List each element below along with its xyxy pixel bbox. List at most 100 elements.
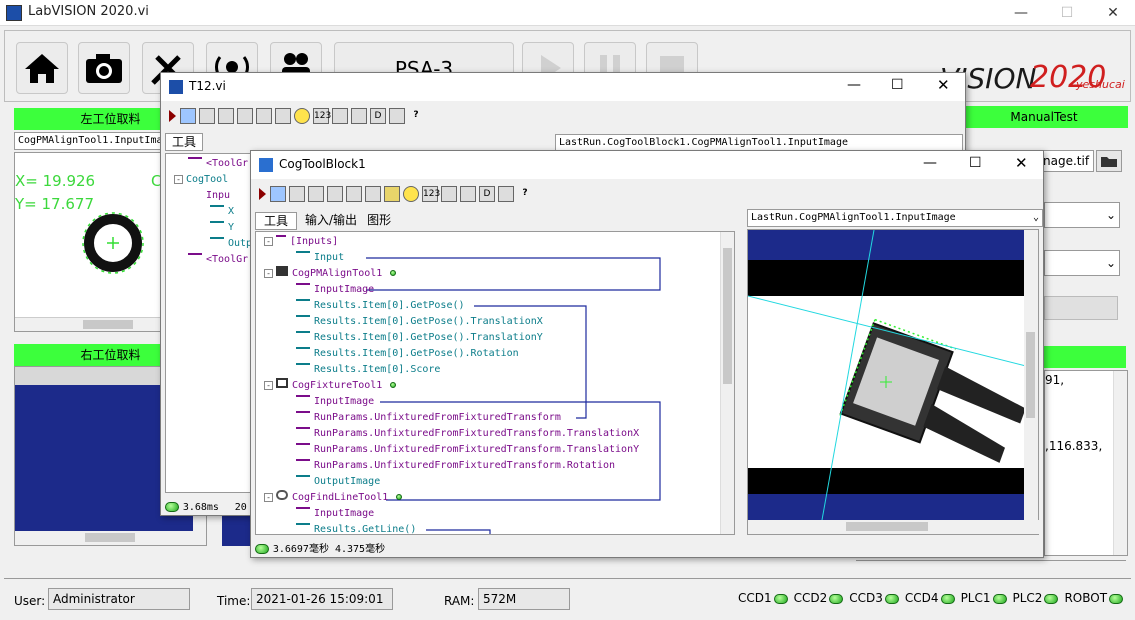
camera-button[interactable] <box>78 42 130 94</box>
list-icon[interactable] <box>332 108 348 124</box>
t12-tree-item[interactable]: - CogTool <box>174 172 228 188</box>
dbg-icon[interactable]: D <box>479 186 495 202</box>
tab-io[interactable]: 输入/输出 <box>303 212 359 230</box>
toolblock-image-combo[interactable]: LastRun.CogPMAlignTool1.InputImage ⌄ <box>747 209 1043 227</box>
help-icon[interactable]: ? <box>408 108 424 124</box>
toolblock-close[interactable]: ✕ <box>1015 154 1028 172</box>
browse-button[interactable] <box>1096 150 1122 172</box>
continuous-icon[interactable] <box>270 186 286 202</box>
home-button[interactable] <box>16 42 68 94</box>
save-icon[interactable] <box>237 108 253 124</box>
tree-item[interactable]: Results.Item[0].GetPose() <box>296 298 465 314</box>
image-vscroll[interactable] <box>1024 230 1038 522</box>
t12-tab-tools[interactable]: 工具 <box>165 133 203 151</box>
toolblock-window: CogToolBlock1 — ☐ ✕ 123 D ? 工具 输入/输出 图形 … <box>250 150 1044 558</box>
maximize-button[interactable]: ☐ <box>1044 0 1090 26</box>
tree-item[interactable]: RunParams.UnfixturedFromFixturedTransfor… <box>296 442 639 458</box>
toolblock-image-display <box>747 229 1040 535</box>
left-station-combo[interactable]: CogPMAlignTool1.InputIma <box>14 132 166 150</box>
record-icon[interactable] <box>275 108 291 124</box>
manual-run-button[interactable] <box>1044 296 1118 320</box>
tree-item[interactable]: Results.Item[0].GetPose().TranslationY <box>296 330 543 346</box>
indicator-ccd4: CCD4 <box>905 591 955 605</box>
t12-tree-item[interactable]: Y <box>210 220 234 236</box>
tree-item[interactable]: RunParams.UnfixturedFromFixturedTransfor… <box>296 426 639 442</box>
app-title: LabVISION 2020.vi <box>28 4 149 19</box>
tree-item[interactable]: OutputImage <box>296 474 380 490</box>
manual-title: ManualTest <box>960 106 1128 128</box>
tree-item[interactable]: - CogPMAlignTool1 <box>264 266 397 282</box>
tree-icon[interactable] <box>256 108 272 124</box>
link-icon[interactable] <box>346 186 362 202</box>
reset-icon[interactable] <box>199 108 215 124</box>
tab-graphics[interactable]: 图形 <box>365 212 393 230</box>
t12-titlebar: T12.vi — ☐ ✕ <box>161 73 965 101</box>
numeric-icon[interactable]: 123 <box>313 108 331 124</box>
database-icon[interactable] <box>384 186 400 202</box>
indicator-row: CCD1 CCD2 CCD3 CCD4 PLC1 PLC2 ROBOT <box>738 591 1124 605</box>
result-line-2: ,116.833, <box>1045 439 1103 453</box>
record-icon[interactable] <box>365 186 381 202</box>
tab-tools[interactable]: 工具 <box>255 212 298 230</box>
tree-item[interactable]: InputImage <box>296 394 374 410</box>
user-field: Administrator <box>48 588 190 610</box>
user-label: User: <box>14 594 46 608</box>
t12-minimize[interactable]: — <box>847 77 861 93</box>
help-icon[interactable]: ? <box>517 186 533 202</box>
t12-tree: <ToolGr - CogTool Inpu X Y Outp <ToolGr <box>165 153 261 493</box>
home-icon <box>25 54 59 83</box>
tree-item[interactable]: Input <box>296 250 344 266</box>
toolblock-maximize[interactable]: ☐ <box>969 155 982 171</box>
ram-label: RAM: <box>444 594 475 608</box>
right-station-hscroll[interactable] <box>15 531 206 545</box>
tree-item[interactable]: - CogFindLineTool1 <box>264 490 403 506</box>
numeric-icon[interactable]: 123 <box>422 186 440 202</box>
inspection-image <box>748 230 1026 520</box>
settings-icon[interactable] <box>351 108 367 124</box>
reset-icon[interactable] <box>289 186 305 202</box>
tree-item[interactable]: - [Inputs] <box>264 234 338 250</box>
list-icon[interactable] <box>441 186 457 202</box>
manual-file-field[interactable]: nage.tif <box>1040 150 1094 172</box>
save-icon[interactable] <box>327 186 343 202</box>
refresh-icon[interactable] <box>294 108 310 124</box>
tree-item[interactable]: InputImage <box>296 506 374 522</box>
tree-item[interactable]: RunParams.UnfixturedFromFixturedTransfor… <box>296 458 615 474</box>
t12-close[interactable]: ✕ <box>937 76 950 94</box>
tree-item[interactable]: Results.GetLine() <box>296 522 416 534</box>
measure-icon[interactable] <box>389 108 405 124</box>
minimize-button[interactable]: — <box>998 0 1044 26</box>
tree-item[interactable]: Results.Item[0].GetPose().Rotation <box>296 346 519 362</box>
tree-item[interactable]: RunParams.UnfixturedFromFixturedTransfor… <box>296 410 561 426</box>
t12-tree-item[interactable]: <ToolGr <box>188 252 248 268</box>
result-vscroll[interactable] <box>1113 371 1127 555</box>
x-readout: X= 19.926 <box>15 172 96 190</box>
tree-item[interactable]: InputImage <box>296 282 374 298</box>
t12-tree-item[interactable]: <ToolGr <box>188 156 248 172</box>
t12-tree-item[interactable]: Outp <box>210 236 252 252</box>
refresh-icon[interactable] <box>403 186 419 202</box>
tree-item[interactable]: Results.Item[0].GetPose().TranslationX <box>296 314 543 330</box>
tree-item[interactable]: Results.Item[0].Score <box>296 362 440 378</box>
run-icon[interactable] <box>167 108 177 124</box>
image-hscroll[interactable] <box>748 520 1040 534</box>
t12-tree-item[interactable]: X <box>210 204 234 220</box>
close-button[interactable]: ✕ <box>1090 0 1135 26</box>
run-icon[interactable] <box>257 186 267 202</box>
part-ring-image <box>82 212 144 274</box>
settings-icon[interactable] <box>460 186 476 202</box>
measure-icon[interactable] <box>498 186 514 202</box>
dbg-icon[interactable]: D <box>370 108 386 124</box>
t12-tree-item[interactable]: Inpu <box>206 188 230 204</box>
tree-vscroll[interactable] <box>720 232 734 534</box>
open-icon[interactable] <box>218 108 234 124</box>
manual-select-2[interactable]: ⌄ <box>1044 250 1120 276</box>
continuous-icon[interactable] <box>180 108 196 124</box>
t12-maximize[interactable]: ☐ <box>891 77 904 93</box>
manual-select-1[interactable]: ⌄ <box>1044 202 1120 228</box>
toolblock-minimize[interactable]: — <box>923 155 937 171</box>
result-line-1: 91, <box>1045 373 1065 387</box>
tree-item[interactable]: - CogFixtureTool1 <box>264 378 397 394</box>
indicator-plc2: PLC2 <box>1013 591 1059 605</box>
open-icon[interactable] <box>308 186 324 202</box>
